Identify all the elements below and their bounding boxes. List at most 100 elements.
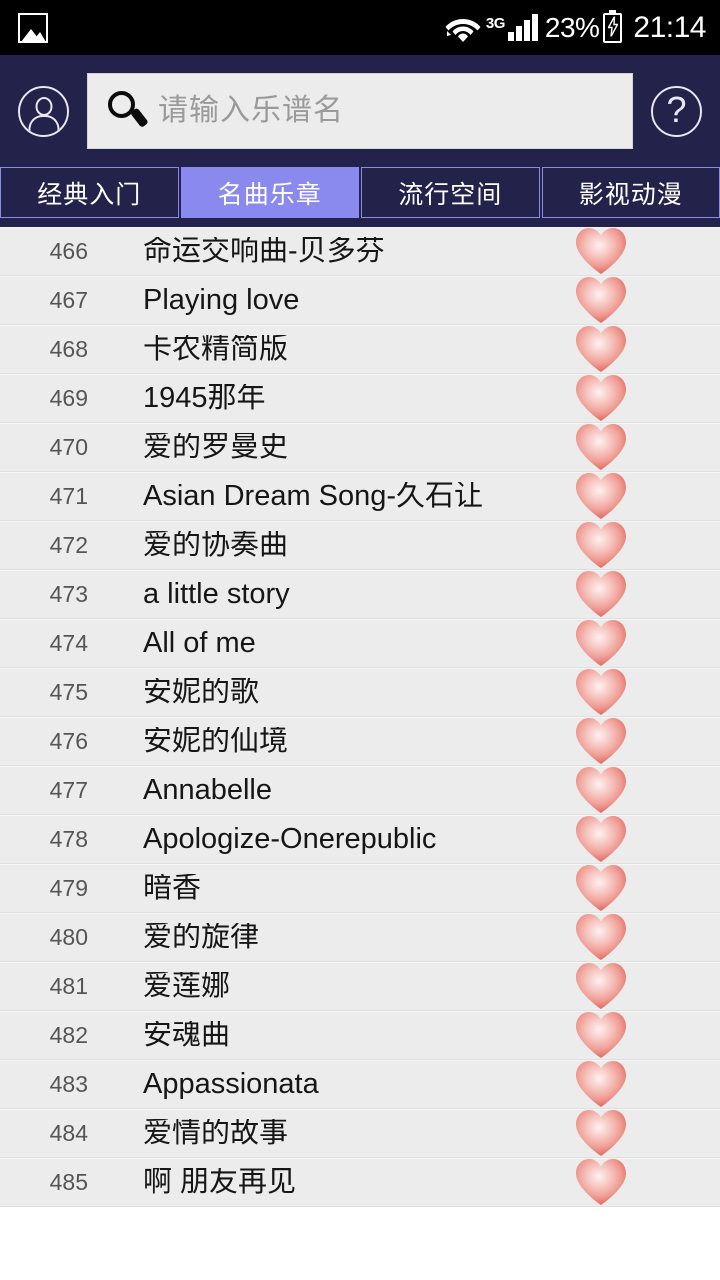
avatar-body-shape [28, 114, 59, 132]
help-question-icon[interactable]: ? [651, 85, 702, 137]
song-title: 命运交响曲-贝多芬 [143, 236, 385, 266]
song-index: 481 [49, 972, 88, 999]
help-glyph: ? [666, 89, 687, 130]
song-index: 485 [49, 1168, 88, 1195]
song-title: 安魂曲 [143, 1020, 231, 1050]
song-row[interactable]: 474 All of me [0, 619, 720, 668]
tab-pop-space[interactable]: 流行空间 [361, 167, 540, 218]
song-title: Playing love [143, 285, 300, 315]
photo-icon [18, 12, 48, 43]
heart-favorite-icon[interactable] [574, 569, 628, 619]
song-index: 474 [49, 629, 88, 656]
tab-label: 流行空间 [398, 180, 503, 209]
song-list[interactable]: 466 命运交响曲-贝多芬 467 Playing love 468 卡农精简版 46… [0, 227, 720, 1280]
heart-favorite-icon[interactable] [574, 716, 628, 766]
song-title: 啊 朋友再见 [143, 1167, 297, 1197]
heart-favorite-icon[interactable] [574, 324, 628, 374]
tab-label: 经典入门 [37, 180, 142, 209]
song-title: Annabelle [143, 775, 272, 805]
song-title: All of me [143, 628, 256, 658]
category-tab-bar: 经典入门 名曲乐章 流行空间 影视动漫 [0, 167, 720, 218]
song-row[interactable]: 485 啊 朋友再见 [0, 1158, 720, 1207]
heart-favorite-icon[interactable] [574, 1157, 628, 1207]
tab-film-anime[interactable]: 影视动漫 [541, 167, 720, 218]
song-title: 1945那年 [143, 383, 266, 413]
song-row[interactable]: 478 Apologize-Onerepublic [0, 815, 720, 864]
tab-famous-pieces[interactable]: 名曲乐章 [180, 167, 359, 218]
song-row[interactable]: 477 Annabelle [0, 766, 720, 815]
song-row[interactable]: 475 安妮的歌 [0, 668, 720, 717]
heart-favorite-icon[interactable] [574, 863, 628, 913]
status-bar-clock: 21:14 [633, 10, 706, 44]
tab-classic-intro[interactable]: 经典入门 [0, 167, 179, 218]
song-title: 爱莲娜 [143, 971, 231, 1001]
heart-favorite-icon[interactable] [574, 227, 628, 276]
song-row[interactable]: 467 Playing love [0, 276, 720, 325]
song-row[interactable]: 484 爱情的故事 [0, 1109, 720, 1158]
song-index: 471 [49, 482, 88, 509]
song-index: 472 [49, 531, 88, 558]
song-index: 476 [49, 727, 88, 754]
song-index: 478 [49, 825, 88, 852]
song-row[interactable]: 472 爱的协奏曲 [0, 521, 720, 570]
user-avatar-icon[interactable] [18, 85, 69, 137]
song-title: 安妮的仙境 [143, 726, 289, 756]
search-placeholder-text: 请输入乐谱名 [158, 94, 344, 127]
song-title: 爱的旋律 [143, 922, 260, 952]
song-row[interactable]: 476 安妮的仙境 [0, 717, 720, 766]
heart-favorite-icon[interactable] [574, 618, 628, 668]
song-index: 468 [49, 335, 88, 362]
song-row[interactable]: 473 a little story [0, 570, 720, 619]
avatar-head-shape [35, 96, 52, 116]
tab-label: 名曲乐章 [217, 180, 322, 209]
heart-favorite-icon[interactable] [574, 961, 628, 1011]
heart-favorite-icon[interactable] [574, 912, 628, 962]
search-input[interactable]: 请输入乐谱名 [87, 73, 633, 149]
song-row[interactable]: 466 命运交响曲-贝多芬 [0, 227, 720, 276]
song-row[interactable]: 483 Appassionata [0, 1060, 720, 1109]
song-title: Appassionata [143, 1069, 319, 1099]
status-bar: 3G 23% 21:14 [0, 0, 720, 55]
song-index: 473 [49, 580, 88, 607]
wifi-icon [445, 14, 481, 42]
charging-bolt-icon [607, 15, 619, 39]
song-index: 483 [49, 1070, 88, 1097]
app-header: 请输入乐谱名 ? [0, 55, 720, 167]
song-row[interactable]: 471 Asian Dream Song-久石让 [0, 472, 720, 521]
heart-favorite-icon[interactable] [574, 1010, 628, 1060]
song-title: Asian Dream Song-久石让 [143, 481, 484, 511]
song-index: 479 [49, 874, 88, 901]
song-title: a little story [143, 579, 290, 609]
song-row[interactable]: 479 暗香 [0, 864, 720, 913]
song-row[interactable]: 482 安魂曲 [0, 1011, 720, 1060]
song-index: 469 [49, 384, 88, 411]
song-title: 卡农精简版 [143, 334, 289, 364]
tab-label: 影视动漫 [578, 180, 683, 209]
song-index: 475 [49, 678, 88, 705]
heart-favorite-icon[interactable] [574, 667, 628, 717]
heart-favorite-icon[interactable] [574, 471, 628, 521]
heart-favorite-icon[interactable] [574, 765, 628, 815]
song-title: 暗香 [143, 873, 202, 903]
heart-favorite-icon[interactable] [574, 373, 628, 423]
heart-favorite-icon[interactable] [574, 1059, 628, 1109]
song-title: Apologize-Onerepublic [143, 824, 437, 854]
heart-favorite-icon[interactable] [574, 1108, 628, 1158]
song-index: 484 [49, 1119, 88, 1146]
heart-favorite-icon[interactable] [574, 814, 628, 864]
battery-percent-label: 23% [544, 11, 600, 43]
song-row[interactable]: 468 卡农精简版 [0, 325, 720, 374]
song-index: 477 [49, 776, 88, 803]
song-index: 482 [49, 1021, 88, 1048]
heart-favorite-icon[interactable] [574, 520, 628, 570]
song-row[interactable]: 480 爱的旋律 [0, 913, 720, 962]
song-row[interactable]: 481 爱莲娜 [0, 962, 720, 1011]
battery-charging-icon [603, 9, 623, 43]
song-row[interactable]: 470 爱的罗曼史 [0, 423, 720, 472]
heart-favorite-icon[interactable] [574, 422, 628, 472]
heart-favorite-icon[interactable] [574, 275, 628, 325]
song-title: 爱的协奏曲 [143, 530, 289, 560]
signal-bars-icon: 3G [486, 14, 538, 41]
song-index: 466 [49, 237, 88, 264]
song-row[interactable]: 469 1945那年 [0, 374, 720, 423]
